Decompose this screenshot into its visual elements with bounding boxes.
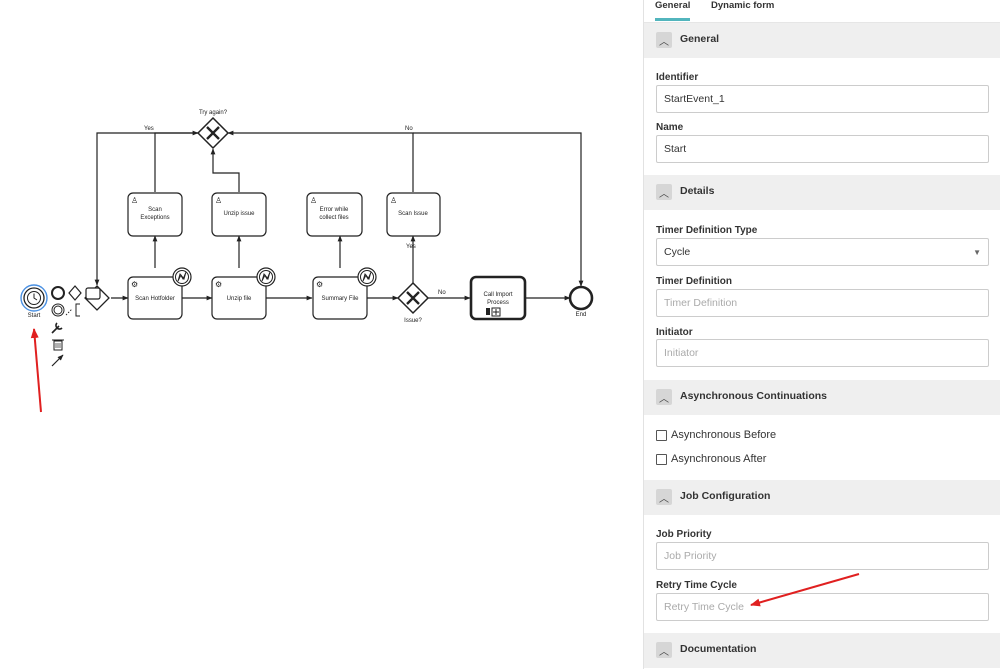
tab-dynamic-form[interactable]: Dynamic form	[711, 0, 774, 11]
annotation-arrow-start	[30, 328, 42, 413]
end-event-label: End	[576, 312, 587, 318]
async-after-checkbox[interactable]	[656, 453, 667, 465]
trash-icon[interactable]	[52, 339, 64, 351]
gear-icon: ⚙	[215, 280, 222, 289]
task-unzip-file[interactable]: ⚙ Unzip file	[211, 276, 267, 320]
chevron-down-icon: ▼	[973, 247, 981, 257]
chevron-up-icon[interactable]: ︿	[656, 489, 672, 505]
task-label-line2: Exceptions	[140, 215, 169, 221]
gateway-issue[interactable]	[396, 281, 430, 315]
start-timer-event[interactable]	[20, 284, 48, 312]
boundary-error-event[interactable]	[357, 267, 377, 287]
group-header-details[interactable]: ︿ Details	[644, 175, 1000, 210]
task-label-line1: Error while	[320, 207, 349, 213]
append-gateway-icon[interactable]	[68, 285, 82, 301]
group-title-async: Asynchronous Continuations	[680, 390, 827, 402]
group-title-job: Job Configuration	[680, 490, 771, 502]
flow-unzipissue-tryagain	[210, 148, 240, 192]
connect-arrow-icon[interactable]	[51, 354, 64, 367]
chevron-up-icon[interactable]: ︿	[656, 32, 672, 48]
initiator-input[interactable]	[656, 339, 989, 367]
task-label-line2: collect files	[319, 215, 348, 221]
boundary-error-event[interactable]	[256, 267, 276, 287]
task-label: Unzip issue	[223, 211, 255, 217]
identifier-label: Identifier	[656, 72, 699, 83]
name-input[interactable]	[656, 135, 989, 163]
context-pad[interactable]	[51, 285, 101, 367]
annotation-arrow-retry	[750, 573, 860, 607]
flow-exceptions-yes	[154, 130, 199, 192]
timer-type-value: Cycle	[664, 246, 691, 258]
wrench-icon[interactable]	[51, 322, 63, 334]
initiator-label: Initiator	[656, 327, 693, 338]
task-label-line2: Process	[487, 300, 509, 306]
async-before-label: Asynchronous Before	[671, 429, 777, 441]
group-title-details: Details	[680, 185, 715, 197]
task-label: Scan Hotfolder	[135, 296, 175, 302]
user-icon: ♙	[390, 196, 397, 205]
properties-panel: General Dynamic form ︿ General Identifie…	[643, 0, 1000, 669]
label-no-mid: No	[438, 290, 446, 296]
chevron-up-icon[interactable]: ︿	[656, 184, 672, 200]
async-before-checkbox[interactable]	[656, 429, 667, 441]
task-summary-file[interactable]: ⚙ Summary File	[312, 276, 368, 320]
async-after-row[interactable]: Asynchronous After	[656, 453, 766, 465]
flow-scanissue-no	[227, 130, 414, 192]
retry-time-cycle-label: Retry Time Cycle	[656, 580, 737, 591]
label-yes-top: Yes	[144, 126, 154, 132]
gateway-try-again[interactable]	[196, 116, 230, 150]
start-event-label: Start	[28, 313, 41, 319]
task-error-collect-files[interactable]: ♙ Error while collect files	[306, 192, 363, 237]
gear-icon: ⚙	[131, 280, 138, 289]
name-label: Name	[656, 122, 684, 133]
job-priority-label: Job Priority	[656, 529, 712, 540]
end-event[interactable]	[568, 285, 594, 311]
task-label: Scan Issue	[398, 211, 428, 217]
task-scan-issue[interactable]: ♙ Scan Issue	[386, 192, 441, 237]
group-header-documentation[interactable]: ︿ Documentation	[644, 633, 1000, 668]
chevron-up-icon[interactable]: ︿	[656, 642, 672, 658]
gear-icon: ⚙	[316, 280, 323, 289]
parallel-marker-icon	[486, 308, 490, 315]
task-label: Unzip file	[227, 296, 252, 302]
append-end-event-icon[interactable]	[51, 286, 65, 300]
label-no-top: No	[405, 126, 413, 132]
task-scan-exceptions[interactable]: ♙ Scan Exceptions	[127, 192, 183, 237]
bpmn-canvas[interactable]: Yes No No Yes Try again? Issue? ⚙ Scan H…	[0, 0, 640, 669]
job-priority-input[interactable]	[656, 542, 989, 570]
user-icon: ♙	[310, 196, 317, 205]
task-call-import-process[interactable]: Call Import Process	[469, 275, 527, 321]
task-label-line1: Call Import	[483, 292, 512, 298]
task-label: Summary File	[321, 296, 359, 302]
timer-definition-input[interactable]	[656, 289, 989, 317]
identifier-input[interactable]	[656, 85, 989, 113]
group-title-documentation: Documentation	[680, 643, 757, 655]
user-icon: ♙	[131, 196, 138, 205]
chevron-up-icon[interactable]: ︿	[656, 389, 672, 405]
async-after-label: Asynchronous After	[671, 453, 767, 465]
timer-type-label: Timer Definition Type	[656, 225, 758, 236]
tab-general[interactable]: General	[655, 0, 691, 21]
task-unzip-issue[interactable]: ♙ Unzip issue	[211, 192, 267, 237]
label-yes-mid: Yes	[406, 244, 416, 250]
timer-definition-label: Timer Definition	[656, 276, 732, 287]
async-before-row[interactable]: Asynchronous Before	[656, 429, 776, 441]
group-header-job[interactable]: ︿ Job Configuration	[644, 480, 1000, 515]
task-label-line1: Scan	[148, 207, 162, 213]
gateway-issue-label: Issue?	[404, 318, 422, 324]
task-scan-hotfolder[interactable]: ⚙ Scan Hotfolder	[127, 276, 183, 320]
gateway-try-again-label: Try again?	[199, 110, 228, 116]
append-task-icon[interactable]	[85, 287, 101, 300]
group-header-async[interactable]: ︿ Asynchronous Continuations	[644, 380, 1000, 415]
panel-tabs: General Dynamic form	[644, 0, 1000, 23]
group-title-general: General	[680, 33, 720, 45]
boundary-error-event[interactable]	[172, 267, 192, 287]
group-header-general[interactable]: ︿ General	[644, 23, 1000, 58]
text-annotation-icon[interactable]	[65, 303, 80, 317]
timer-type-select[interactable]: Cycle ▼	[656, 238, 989, 266]
user-icon: ♙	[215, 196, 222, 205]
